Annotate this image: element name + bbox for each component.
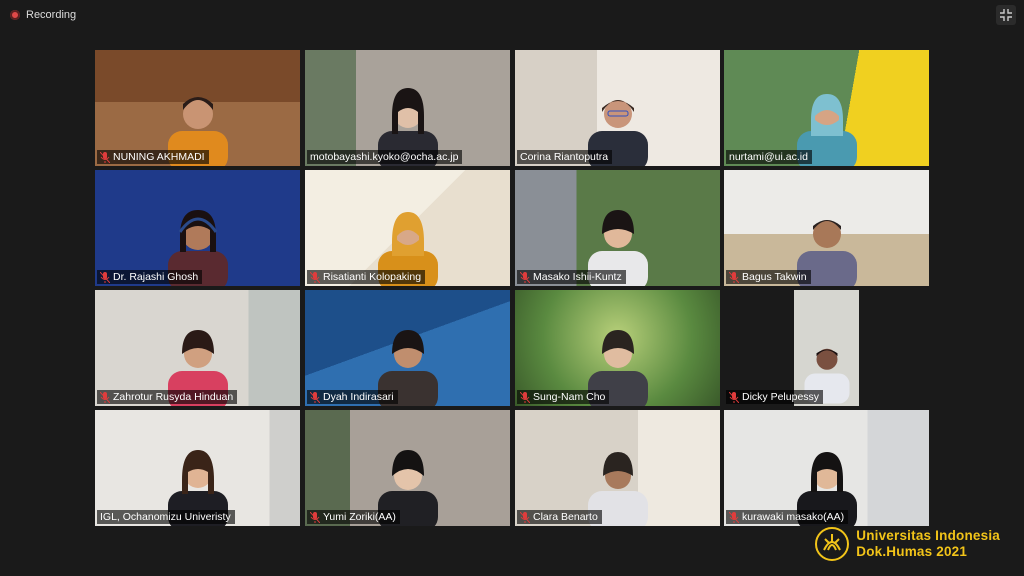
video-tile[interactable]: Zahrotur Rusyda Hinduan [95,290,300,406]
exit-fullscreen-icon [1000,9,1012,21]
participant-name: Masako Ishii-Kuntz [533,271,622,283]
video-tile[interactable]: Dyah Indirasari [305,290,510,406]
participant-name: IGL, Ochanomizu Univeristy [100,511,231,523]
video-tile[interactable]: kurawaki masako(AA) [724,410,929,526]
participant-name: Zahrotur Rusyda Hinduan [113,391,234,403]
participant-name: Sung-Nam Cho [533,391,606,403]
participant-name: Bagus Takwin [742,271,807,283]
participant-nameplate: Clara Benarto [517,510,602,524]
muted-mic-icon [100,151,110,163]
participant-name: Yumi Zoriki(AA) [323,511,396,523]
participant-name: Corina Riantoputra [520,151,609,163]
participant-nameplate: motobayashi.kyoko@ocha.ac.jp [307,150,463,164]
participant-nameplate: Dicky Pelupessy [726,390,824,404]
muted-mic-icon [520,391,530,403]
participant-name: Dicky Pelupessy [742,391,820,403]
participant-nameplate: Masako Ishii-Kuntz [517,270,626,284]
participant-name: motobayashi.kyoko@ocha.ac.jp [310,151,459,163]
muted-mic-icon [520,271,530,283]
video-tile[interactable]: Dr. Rajashi Ghosh [95,170,300,286]
video-tile[interactable]: Sung-Nam Cho [515,290,720,406]
participant-nameplate: NUNING AKHMADI [97,150,209,164]
video-tile[interactable]: motobayashi.kyoko@ocha.ac.jp [305,50,510,166]
participant-name: Clara Benarto [533,511,598,523]
video-tile[interactable]: Corina Riantoputra [515,50,720,166]
video-grid: NUNING AKHMADI motobayashi.kyoko@ocha.ac… [95,50,929,528]
participant-name: nurtami@ui.ac.id [729,151,808,163]
participant-nameplate: Yumi Zoriki(AA) [307,510,400,524]
participant-nameplate: Corina Riantoputra [517,150,613,164]
video-tile-active-speaker[interactable]: IGL, Ochanomizu Univeristy [95,410,300,526]
makara-logo-icon [815,527,850,561]
universitas-indonesia-watermark: Universitas Indonesia Dok.Humas 2021 [814,526,1000,562]
muted-mic-icon [310,391,320,403]
muted-mic-icon [520,511,530,523]
participant-nameplate: Dr. Rajashi Ghosh [97,270,203,284]
muted-mic-icon [310,511,320,523]
participant-nameplate: Bagus Takwin [726,270,811,284]
muted-mic-icon [100,271,110,283]
muted-mic-icon [100,391,110,403]
recording-label: Recording [26,9,77,21]
video-tile[interactable]: Masako Ishii-Kuntz [515,170,720,286]
muted-mic-icon [729,391,739,403]
participant-nameplate: nurtami@ui.ac.id [726,150,812,164]
video-tile[interactable]: nurtami@ui.ac.id [724,50,929,166]
muted-mic-icon [729,511,739,523]
video-tile[interactable]: Dicky Pelupessy [724,290,929,406]
participant-nameplate: Risatianti Kolopaking [307,270,426,284]
video-tile[interactable]: Bagus Takwin [724,170,929,286]
video-tile[interactable]: Yumi Zoriki(AA) [305,410,510,526]
recording-icon [10,10,20,20]
participant-name: Risatianti Kolopaking [323,271,422,283]
muted-mic-icon [729,271,739,283]
video-tile[interactable]: Clara Benarto [515,410,720,526]
participant-name: Dr. Rajashi Ghosh [113,271,199,283]
participant-nameplate: Zahrotur Rusyda Hinduan [97,390,238,404]
watermark-line2: Dok.Humas 2021 [856,544,968,559]
watermark-line1: Universitas Indonesia [856,528,1000,543]
exit-fullscreen-button[interactable] [996,5,1016,25]
participant-nameplate: Dyah Indirasari [307,390,398,404]
participant-name: NUNING AKHMADI [113,151,205,163]
recording-indicator[interactable]: Recording [10,9,76,21]
participant-nameplate: IGL, Ochanomizu Univeristy [97,510,235,524]
participant-nameplate: kurawaki masako(AA) [726,510,849,524]
video-tile[interactable]: Risatianti Kolopaking [305,170,510,286]
muted-mic-icon [310,271,320,283]
meeting-top-bar: Recording [0,0,1024,30]
video-tile[interactable]: NUNING AKHMADI [95,50,300,166]
participant-name: Dyah Indirasari [323,391,394,403]
participant-nameplate: Sung-Nam Cho [517,390,610,404]
participant-name: kurawaki masako(AA) [742,511,845,523]
